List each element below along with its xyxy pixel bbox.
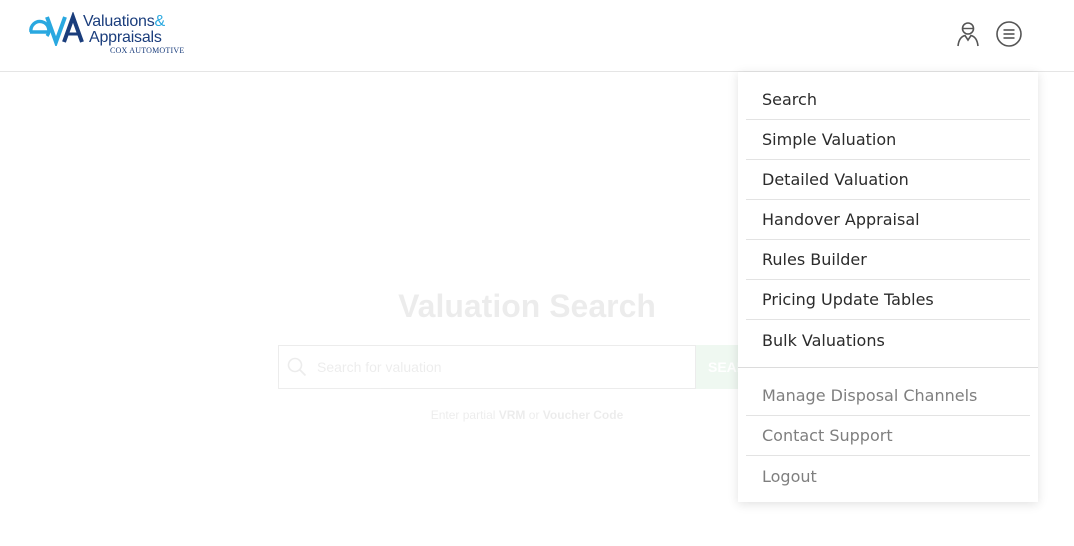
menu-item-logout[interactable]: Logout: [746, 456, 1030, 496]
brand-logo[interactable]: Valuations& Appraisals COX AUTOMOTIVE: [28, 10, 188, 60]
menu-secondary-group: Manage Disposal Channels Contact Support…: [738, 376, 1038, 496]
menu-divider: [738, 367, 1038, 368]
menu-item-detailed-valuation[interactable]: Detailed Valuation: [746, 160, 1030, 200]
menu-item-simple-valuation[interactable]: Simple Valuation: [746, 120, 1030, 160]
menu-button[interactable]: [995, 20, 1023, 48]
search-input[interactable]: [317, 359, 677, 375]
menu-item-bulk-valuations[interactable]: Bulk Valuations: [746, 320, 1030, 360]
user-icon: [957, 22, 979, 47]
menu-item-handover-appraisal[interactable]: Handover Appraisal: [746, 200, 1030, 240]
menu-item-contact-support[interactable]: Contact Support: [746, 416, 1030, 456]
eva-logo-mark: [29, 12, 84, 46]
hint-vrm: VRM: [498, 408, 526, 422]
brand-subline: COX AUTOMOTIVE: [110, 46, 185, 55]
nav-dropdown-menu: Search Simple Valuation Detailed Valuati…: [738, 72, 1038, 502]
app-header: Valuations& Appraisals COX AUTOMOTIVE: [0, 0, 1074, 72]
search-icon: [287, 357, 307, 377]
search-field-container: [278, 345, 696, 389]
brand-line2: Appraisals: [89, 29, 162, 46]
menu-item-pricing-update-tables[interactable]: Pricing Update Tables: [746, 280, 1030, 320]
user-button[interactable]: [954, 20, 982, 48]
hint-voucher-code: Voucher Code: [542, 408, 624, 422]
brand-line1: Valuations&: [83, 13, 166, 30]
menu-item-manage-disposal-channels[interactable]: Manage Disposal Channels: [746, 376, 1030, 416]
menu-item-rules-builder[interactable]: Rules Builder: [746, 240, 1030, 280]
menu-primary-group: Search Simple Valuation Detailed Valuati…: [738, 72, 1038, 360]
menu-icon: [996, 21, 1022, 47]
menu-item-search[interactable]: Search: [746, 80, 1030, 120]
